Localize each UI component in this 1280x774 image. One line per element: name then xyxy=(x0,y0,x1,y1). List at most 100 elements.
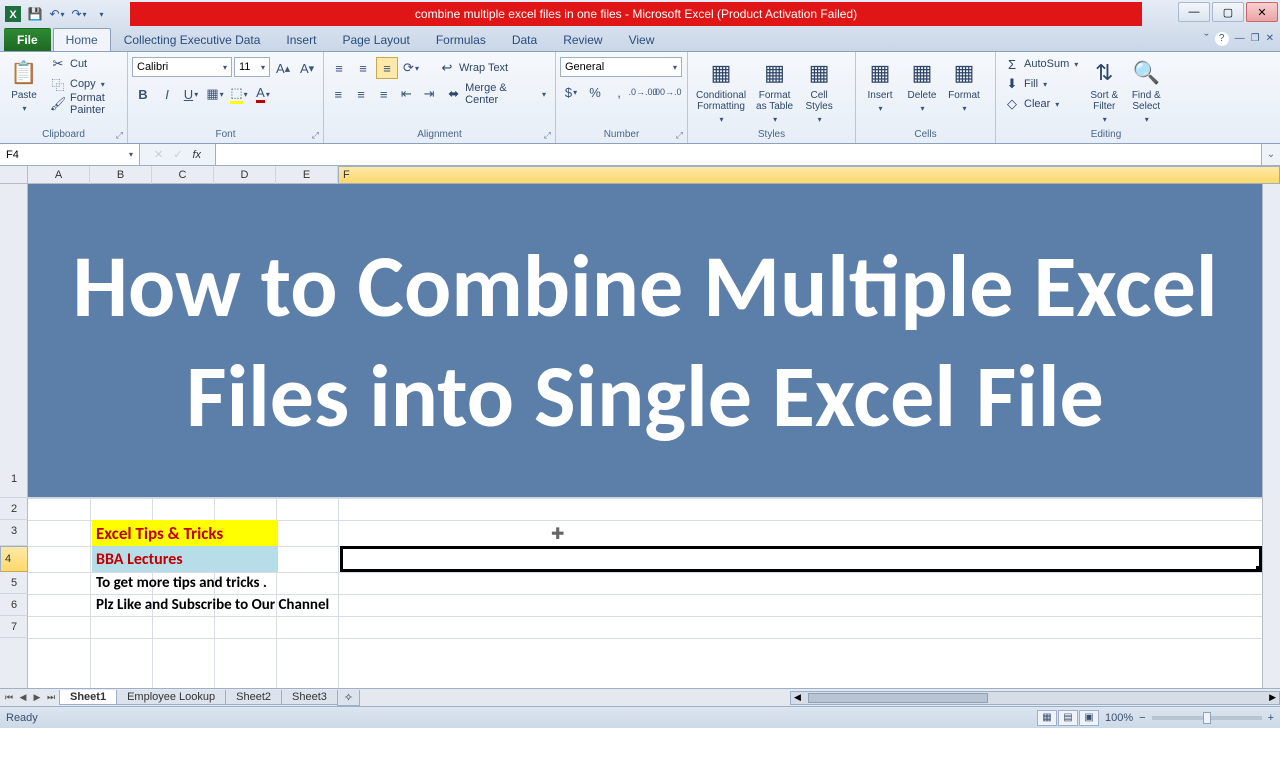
fill-color-button[interactable]: ⬚▾ xyxy=(228,83,250,105)
bottom-align-button[interactable]: ≡ xyxy=(376,57,398,79)
shrink-font-button[interactable]: A▾ xyxy=(296,57,318,79)
cell-b6[interactable]: Plz Like and Subscribe to Our Channel xyxy=(92,594,333,616)
clear-button[interactable]: ◇Clear▾ xyxy=(1000,94,1082,114)
insert-cells-button[interactable]: ▦Insert▾ xyxy=(860,54,900,116)
cell-b3[interactable]: Excel Tips & Tricks xyxy=(92,520,278,546)
align-right-button[interactable]: ≡ xyxy=(373,83,394,105)
format-painter-button[interactable]: 🖌Format Painter xyxy=(46,94,123,114)
increase-indent-button[interactable]: ⇥ xyxy=(419,83,440,105)
font-color-button[interactable]: A▾ xyxy=(252,83,274,105)
col-header[interactable]: C xyxy=(152,166,214,184)
title-banner-cell[interactable]: How to Combine Multiple Excel Files into… xyxy=(28,184,1262,498)
workbook-minimize-icon[interactable]: — xyxy=(1235,33,1245,44)
undo-icon[interactable]: ↶▾ xyxy=(48,5,66,23)
redo-icon[interactable]: ↷▾ xyxy=(70,5,88,23)
decrease-indent-button[interactable]: ⇤ xyxy=(396,83,417,105)
minimize-button[interactable]: — xyxy=(1178,2,1210,22)
new-sheet-button[interactable]: ✧ xyxy=(337,690,360,706)
align-center-button[interactable]: ≡ xyxy=(351,83,372,105)
tab-formulas[interactable]: Formulas xyxy=(423,28,499,51)
sheet-tab[interactable]: Sheet3 xyxy=(281,690,338,705)
qat-customize-icon[interactable]: ▾ xyxy=(92,5,110,23)
row-header[interactable]: 3 xyxy=(0,520,28,546)
tab-view[interactable]: View xyxy=(616,28,668,51)
merge-center-button[interactable]: ⬌Merge & Center▾ xyxy=(441,84,551,104)
zoom-slider[interactable] xyxy=(1152,716,1262,720)
italic-button[interactable]: I xyxy=(156,83,178,105)
tab-home[interactable]: Home xyxy=(53,28,111,51)
zoom-in-button[interactable]: + xyxy=(1268,712,1274,724)
row-header[interactable]: 2 xyxy=(0,498,28,520)
underline-button[interactable]: U▾ xyxy=(180,83,202,105)
sheet-nav-next-icon[interactable]: ▶ xyxy=(30,692,44,703)
row-header[interactable]: 6 xyxy=(0,594,28,616)
col-header[interactable]: B xyxy=(90,166,152,184)
cut-button[interactable]: ✂Cut xyxy=(46,54,123,74)
name-box[interactable]: F4▾ xyxy=(0,144,140,165)
selected-cell-f4[interactable] xyxy=(340,546,1262,572)
accounting-button[interactable]: $▾ xyxy=(560,81,582,103)
font-name-select[interactable]: Calibri▾ xyxy=(132,57,232,77)
increase-decimal-button[interactable]: .0→.00 xyxy=(632,81,654,103)
orientation-button[interactable]: ⟳▾ xyxy=(400,57,422,79)
workbook-close-icon[interactable]: ✕ xyxy=(1266,33,1274,44)
page-break-view-button[interactable]: ▣ xyxy=(1079,710,1099,726)
maximize-button[interactable]: ▢ xyxy=(1212,2,1244,22)
grow-font-button[interactable]: A▴ xyxy=(272,57,294,79)
font-size-select[interactable]: 11▾ xyxy=(234,57,270,77)
decrease-decimal-button[interactable]: .00→.0 xyxy=(656,81,678,103)
format-as-table-button[interactable]: ▦Format as Table▾ xyxy=(752,54,797,127)
col-header-selected[interactable]: F xyxy=(338,166,1280,184)
number-format-select[interactable]: General▾ xyxy=(560,57,682,77)
zoom-out-button[interactable]: − xyxy=(1139,712,1145,724)
align-left-button[interactable]: ≡ xyxy=(328,83,349,105)
autosum-button[interactable]: ΣAutoSum▾ xyxy=(1000,54,1082,74)
select-all-corner[interactable] xyxy=(0,166,28,183)
fill-button[interactable]: ⬇Fill▾ xyxy=(1000,74,1082,94)
cell-styles-button[interactable]: ▦Cell Styles▾ xyxy=(799,54,839,127)
tab-review[interactable]: Review xyxy=(550,28,615,51)
border-button[interactable]: ▦▾ xyxy=(204,83,226,105)
top-align-button[interactable]: ≡ xyxy=(328,57,350,79)
page-layout-view-button[interactable]: ▤ xyxy=(1058,710,1078,726)
conditional-formatting-button[interactable]: ▦Conditional Formatting▾ xyxy=(692,54,750,127)
sheet-tab[interactable]: Employee Lookup xyxy=(116,690,226,705)
formula-bar[interactable] xyxy=(216,144,1262,165)
format-cells-button[interactable]: ▦Format▾ xyxy=(944,54,984,116)
sheet-tab[interactable]: Sheet2 xyxy=(225,690,282,705)
ribbon-minimize-icon[interactable]: ˇ xyxy=(1204,31,1208,46)
comma-button[interactable]: , xyxy=(608,81,630,103)
delete-cells-button[interactable]: ▦Delete▾ xyxy=(902,54,942,116)
tab-data[interactable]: Data xyxy=(499,28,550,51)
scroll-left-icon[interactable]: ◀ xyxy=(791,692,804,703)
sheet-tab[interactable]: Sheet1 xyxy=(59,690,117,705)
col-header[interactable]: A xyxy=(28,166,90,184)
sheet-nav-prev-icon[interactable]: ◀ xyxy=(16,692,30,703)
row-header[interactable]: 5 xyxy=(0,572,28,594)
fx-icon[interactable]: fx xyxy=(192,149,201,161)
normal-view-button[interactable]: ▦ xyxy=(1037,710,1057,726)
save-icon[interactable]: 💾 xyxy=(26,5,44,23)
middle-align-button[interactable]: ≡ xyxy=(352,57,374,79)
bold-button[interactable]: B xyxy=(132,83,154,105)
tab-file[interactable]: File xyxy=(4,28,51,51)
tab-collecting[interactable]: Collecting Executive Data xyxy=(111,28,274,51)
col-header[interactable]: D xyxy=(214,166,276,184)
scroll-right-icon[interactable]: ▶ xyxy=(1266,692,1279,703)
launcher-icon[interactable]: ⤢ xyxy=(116,128,123,142)
tab-page-layout[interactable]: Page Layout xyxy=(329,28,422,51)
sort-filter-button[interactable]: ⇅Sort & Filter▾ xyxy=(1084,54,1124,127)
copy-button[interactable]: ⿻Copy▾ xyxy=(46,74,123,94)
launcher-icon[interactable]: ⤢ xyxy=(312,128,319,142)
expand-formula-icon[interactable]: ⌄ xyxy=(1262,144,1280,165)
vertical-scrollbar[interactable] xyxy=(1262,184,1280,688)
workbook-restore-icon[interactable]: ❐ xyxy=(1251,33,1260,44)
tab-insert[interactable]: Insert xyxy=(273,28,329,51)
paste-button[interactable]: 📋 Paste▾ xyxy=(4,54,44,116)
zoom-level[interactable]: 100% xyxy=(1105,712,1133,724)
launcher-icon[interactable]: ⤢ xyxy=(544,128,551,142)
cell-b4[interactable]: BBA Lectures xyxy=(92,546,278,572)
row-header-selected[interactable]: 4 xyxy=(0,546,28,572)
launcher-icon[interactable]: ⤢ xyxy=(676,128,683,142)
close-button[interactable]: ✕ xyxy=(1246,2,1278,22)
